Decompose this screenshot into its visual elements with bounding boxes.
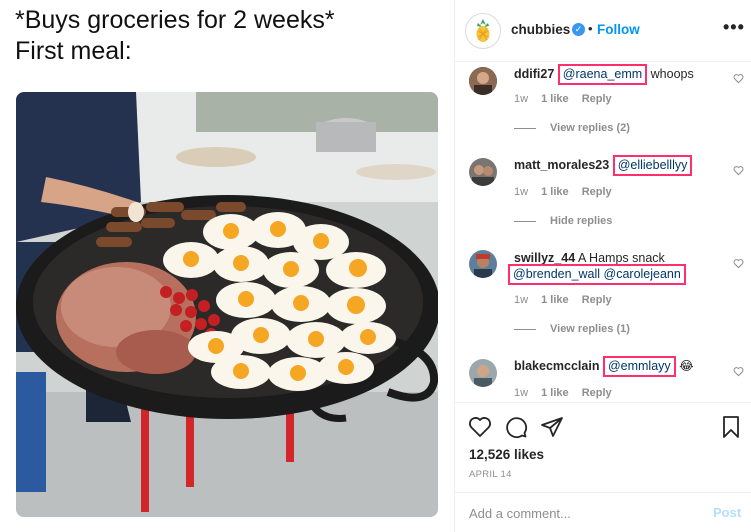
- comment-text: ddifi27 @raena_emm whoops: [514, 64, 694, 85]
- comment-username[interactable]: blakecmcclain: [514, 359, 599, 373]
- like-comment-heart-icon[interactable]: [733, 258, 744, 269]
- comment-like-count[interactable]: 1 like: [541, 186, 569, 198]
- comment-username[interactable]: ddifi27: [514, 67, 554, 81]
- comment-text-line-2: @brenden_wall @carolejeann: [508, 264, 686, 285]
- commenter-avatar[interactable]: [469, 250, 497, 278]
- comment-meta: 1w 1 like Reply: [514, 93, 622, 105]
- comment-reply-button[interactable]: Reply: [582, 294, 612, 306]
- add-comment-input[interactable]: [469, 504, 689, 522]
- replies-divider-line: [514, 328, 536, 330]
- share-icon[interactable]: [540, 415, 564, 439]
- comment-mention[interactable]: @elliebelllyy: [612, 155, 693, 176]
- more-options-icon[interactable]: •••: [723, 17, 745, 38]
- bookmark-icon[interactable]: [719, 415, 743, 439]
- breakfast-photo: [16, 92, 438, 517]
- comment-meta: 1w 1 like Reply: [514, 387, 622, 399]
- like-comment-heart-icon[interactable]: [733, 366, 744, 377]
- comment-meta: 1w 1 like Reply: [514, 294, 622, 306]
- heart-icon[interactable]: [468, 415, 492, 439]
- view-replies-toggle[interactable]: View replies (1): [514, 323, 630, 335]
- add-comment-bar: Post: [455, 492, 751, 532]
- comment-mention[interactable]: @emmlayy: [602, 356, 676, 377]
- post-date: APRIL 14: [469, 469, 512, 480]
- comment-username[interactable]: matt_morales23: [514, 158, 609, 172]
- comment-body: whoops: [647, 67, 694, 81]
- comment-text: matt_morales23 @elliebelllyy: [514, 155, 693, 176]
- comment-age: 1w: [514, 93, 529, 105]
- comment-text: blakecmcclain @emmlayy 😂: [514, 356, 694, 377]
- comment-like-count[interactable]: 1 like: [541, 93, 569, 105]
- commenter-photo: [469, 250, 497, 278]
- laughing-emoji: 😂: [679, 359, 694, 373]
- replies-toggle-label: View replies (2): [550, 122, 630, 134]
- likes-count[interactable]: 12,526 likes: [469, 447, 544, 462]
- comment-meta: 1w 1 like Reply: [514, 186, 622, 198]
- commenter-avatar[interactable]: [469, 67, 497, 95]
- pineapple-logo-icon: [476, 19, 490, 42]
- meme-panel: *Buys groceries for 2 weeks* First meal:: [0, 0, 454, 532]
- comment-age: 1w: [514, 294, 529, 306]
- view-replies-toggle[interactable]: View replies (2): [514, 122, 630, 134]
- commenter-avatar[interactable]: [469, 359, 497, 387]
- commenter-photo: [469, 67, 497, 95]
- replies-toggle-label: View replies (1): [550, 323, 630, 335]
- commenter-photo: [469, 158, 497, 186]
- account-avatar[interactable]: [465, 13, 501, 49]
- comment-reply-button[interactable]: Reply: [582, 186, 612, 198]
- comment-mention[interactable]: @raena_emm: [557, 64, 648, 85]
- comment-icon[interactable]: [504, 415, 528, 439]
- comment-reply-button[interactable]: Reply: [582, 93, 612, 105]
- comment-age: 1w: [514, 186, 529, 198]
- comments-list: ddifi27 @raena_emm whoops 1w 1 like Repl…: [455, 62, 751, 402]
- like-comment-heart-icon[interactable]: [733, 165, 744, 176]
- replies-toggle-label: Hide replies: [550, 215, 613, 227]
- verified-badge-icon: ✓: [572, 23, 585, 36]
- account-handle[interactable]: chubbies: [511, 22, 570, 37]
- post-panel: chubbies ✓ • Follow ••• ddifi27 @raena_e…: [454, 0, 751, 532]
- post-actions: 12,526 likes APRIL 14: [455, 402, 751, 492]
- comment-like-count[interactable]: 1 like: [541, 387, 569, 399]
- comment-username[interactable]: swillyz_44: [514, 251, 575, 265]
- follow-button[interactable]: Follow: [597, 22, 640, 37]
- meme-caption: *Buys groceries for 2 weeks* First meal:: [15, 5, 335, 67]
- commenter-avatar[interactable]: [469, 158, 497, 186]
- comment-age: 1w: [514, 387, 529, 399]
- post-comment-button[interactable]: Post: [713, 505, 741, 520]
- commenter-photo: [469, 359, 497, 387]
- replies-divider-line: [514, 220, 536, 222]
- comment-body: A Hamps snack: [575, 251, 665, 265]
- meme-caption-line-2: First meal:: [15, 37, 132, 65]
- hide-replies-toggle[interactable]: Hide replies: [514, 215, 612, 227]
- like-comment-heart-icon[interactable]: [733, 73, 744, 84]
- paella-pan-breakfast-image: [16, 92, 438, 517]
- comment-mention[interactable]: @brenden_wall @carolejeann: [508, 264, 686, 285]
- header-separator: •: [588, 21, 593, 36]
- replies-divider-line: [514, 127, 536, 129]
- meme-caption-line-1: *Buys groceries for 2 weeks*: [15, 6, 335, 34]
- comment-reply-button[interactable]: Reply: [582, 387, 612, 399]
- post-header: chubbies ✓ • Follow •••: [455, 0, 751, 62]
- comment-like-count[interactable]: 1 like: [541, 294, 569, 306]
